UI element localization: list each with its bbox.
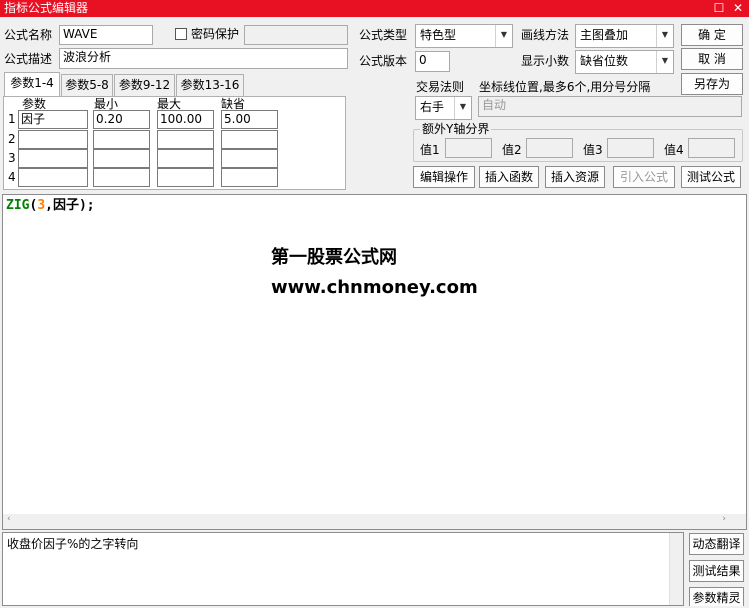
chevron-down-icon: ▼ — [656, 25, 673, 47]
param-name-cell[interactable] — [18, 130, 88, 149]
restore-icon[interactable]: ☐ — [710, 0, 728, 17]
code-editor[interactable]: ZIG(3,因子); 第一股票公式网 www.chnmoney.com ‹ › — [2, 194, 747, 530]
row-number: 4 — [8, 170, 16, 184]
param-min-cell[interactable]: 0.20 — [93, 110, 150, 129]
row-number: 2 — [8, 132, 16, 146]
row-number: 3 — [8, 151, 16, 165]
param-max-cell[interactable] — [157, 130, 214, 149]
yaxis-v1-input[interactable] — [445, 138, 492, 158]
trade-select[interactable]: 右手 ▼ — [415, 96, 472, 120]
watermark-url: www.chnmoney.com — [271, 277, 478, 298]
chevron-down-icon: ▼ — [656, 51, 673, 73]
close-icon[interactable]: ✕ — [729, 0, 747, 17]
coord-label: 坐标线位置,最多6个,用分号分隔 — [479, 80, 651, 94]
window-title: 指标公式编辑器 — [4, 1, 89, 15]
param-wizard-button[interactable]: 参数精灵 — [689, 587, 744, 606]
decimal-label: 显示小数 — [521, 54, 570, 68]
title-bar: 指标公式编辑器 ☐ ✕ — [0, 0, 749, 17]
password-label: 密码保护 — [191, 27, 240, 41]
yaxis-group-label: 额外Y轴分界 — [420, 121, 492, 137]
desc-label: 公式描述 — [4, 52, 53, 66]
param-min-cell[interactable] — [93, 149, 150, 168]
code-function: ZIG — [6, 198, 30, 213]
param-min-cell[interactable] — [93, 168, 150, 187]
yaxis-v4-label: 值4 — [664, 143, 684, 157]
scroll-right-icon[interactable]: › — [722, 514, 726, 524]
horizontal-scrollbar[interactable]: ‹ › — [3, 514, 746, 529]
code-line: ZIG(3,因子); — [6, 198, 95, 214]
yaxis-v2-input[interactable] — [526, 138, 573, 158]
decimal-select[interactable]: 缺省位数 ▼ — [575, 50, 674, 74]
watermark-title: 第一股票公式网 — [271, 247, 397, 268]
tab-params-9-12[interactable]: 参数9-12 — [114, 74, 175, 96]
tab-params-1-4[interactable]: 参数1-4 — [4, 72, 60, 97]
type-value: 特色型 — [420, 28, 457, 42]
yaxis-v3-input[interactable] — [607, 138, 654, 158]
yaxis-v4-input[interactable] — [688, 138, 735, 158]
name-input[interactable]: WAVE — [59, 25, 153, 45]
params-panel: 参数 最小 最大 缺省 1 因子 0.20 100.00 5.00 2 3 4 — [3, 96, 346, 190]
tab-params-5-8[interactable]: 参数5-8 — [61, 74, 113, 96]
yaxis-v2-label: 值2 — [502, 143, 522, 157]
param-default-cell[interactable]: 5.00 — [221, 110, 278, 129]
type-label: 公式类型 — [359, 28, 408, 42]
code-number: 3 — [37, 198, 46, 213]
chevron-down-icon: ▼ — [495, 25, 512, 47]
version-input[interactable]: 0 — [415, 51, 450, 72]
decimal-value: 缺省位数 — [580, 54, 629, 68]
param-default-cell[interactable] — [221, 168, 278, 187]
param-name-cell[interactable] — [18, 168, 88, 187]
chevron-down-icon: ▼ — [454, 97, 471, 119]
test-result-button[interactable]: 测试结果 — [689, 560, 744, 582]
draw-select[interactable]: 主图叠加 ▼ — [575, 24, 674, 48]
param-default-cell[interactable] — [221, 149, 278, 168]
yaxis-v1-label: 值1 — [420, 143, 440, 157]
import-formula-button[interactable]: 引入公式 — [613, 166, 675, 188]
row-number: 1 — [8, 112, 16, 126]
vertical-scrollbar[interactable] — [669, 533, 683, 605]
param-max-cell[interactable] — [157, 149, 214, 168]
yaxis-v3-label: 值3 — [583, 143, 603, 157]
desc-input[interactable]: 波浪分析 — [59, 48, 348, 69]
insert-function-button[interactable]: 插入函数 — [479, 166, 539, 188]
cancel-button[interactable]: 取 消 — [681, 48, 743, 70]
description-text: 收盘价因子%的之字转向 — [7, 537, 139, 551]
tab-params-13-16[interactable]: 参数13-16 — [176, 74, 244, 96]
password-input[interactable] — [244, 25, 348, 45]
draw-label: 画线方法 — [521, 28, 570, 42]
param-min-cell[interactable] — [93, 130, 150, 149]
trade-label: 交易法则 — [416, 80, 465, 94]
password-checkbox[interactable] — [175, 28, 187, 40]
version-label: 公式版本 — [359, 54, 408, 68]
param-name-cell[interactable]: 因子 — [18, 110, 88, 129]
ok-button[interactable]: 确 定 — [681, 24, 743, 46]
type-select[interactable]: 特色型 ▼ — [415, 24, 513, 48]
edit-button[interactable]: 编辑操作 — [413, 166, 475, 188]
save-as-button[interactable]: 另存为 — [681, 73, 743, 95]
param-name-cell[interactable] — [18, 149, 88, 168]
insert-resource-button[interactable]: 插入资源 — [545, 166, 605, 188]
test-formula-button[interactable]: 测试公式 — [681, 166, 741, 188]
description-box[interactable]: 收盘价因子%的之字转向 — [2, 532, 684, 606]
param-default-cell[interactable] — [221, 130, 278, 149]
param-max-cell[interactable] — [157, 168, 214, 187]
coord-input[interactable]: 自动 — [478, 96, 742, 117]
dynamic-translate-button[interactable]: 动态翻译 — [689, 533, 744, 555]
draw-value: 主图叠加 — [580, 28, 629, 42]
code-args: ,因子); — [45, 198, 95, 213]
scroll-left-icon[interactable]: ‹ — [7, 514, 11, 524]
param-max-cell[interactable]: 100.00 — [157, 110, 214, 129]
trade-value: 右手 — [420, 100, 445, 114]
name-label: 公式名称 — [4, 28, 53, 42]
